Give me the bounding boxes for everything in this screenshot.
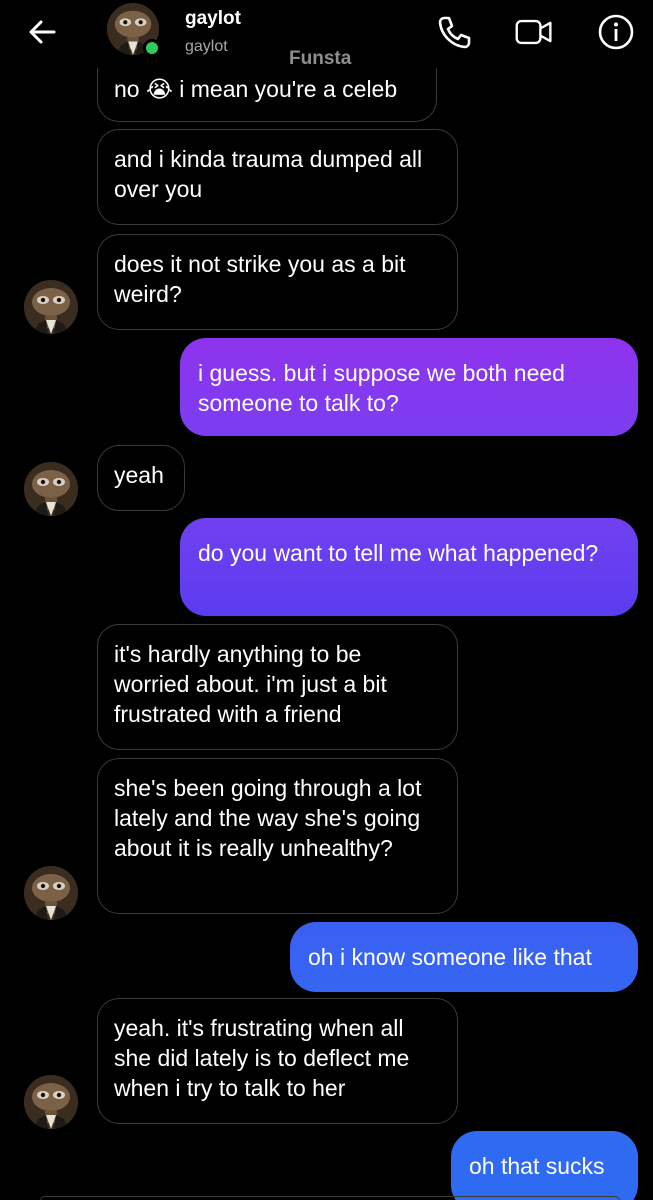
message-incoming[interactable]: it's hardly anything to be worried about… (97, 624, 458, 750)
message-text: oh that sucks (469, 1153, 605, 1179)
message-text: yeah (114, 462, 164, 488)
online-status-dot (143, 39, 161, 57)
message-incoming[interactable]: and i kinda trauma dumped all over you (97, 129, 458, 225)
info-icon[interactable] (596, 12, 636, 52)
message-text: oh i know someone like that (308, 944, 592, 970)
contact-avatar[interactable] (24, 462, 78, 516)
message-outgoing[interactable]: oh i know someone like that (290, 922, 638, 992)
message-text: do you want to tell me what happened? (198, 540, 599, 566)
message-text: does it not strike you as a bit weird? (114, 251, 406, 307)
phone-icon[interactable] (434, 12, 474, 52)
watermark-label: Funsta (289, 48, 352, 69)
message-input-bar[interactable] (40, 1196, 620, 1200)
message-outgoing[interactable]: oh that sucks (451, 1131, 638, 1200)
message-text: she's been going through a lot lately an… (114, 775, 422, 861)
message-incoming[interactable]: she's been going through a lot lately an… (97, 758, 458, 914)
contact-avatar[interactable] (24, 866, 78, 920)
message-text: and i kinda trauma dumped all over you (114, 146, 423, 202)
back-arrow-icon[interactable] (24, 14, 60, 50)
video-camera-icon[interactable] (514, 12, 554, 52)
message-text: i guess. but i suppose we both need some… (198, 360, 565, 416)
message-incoming[interactable]: does it not strike you as a bit weird? (97, 234, 458, 330)
message-text: it's hardly anything to be worried about… (114, 641, 387, 727)
message-outgoing[interactable]: i guess. but i suppose we both need some… (180, 338, 638, 436)
message-incoming[interactable]: yeah. it's frustrating when all she did … (97, 998, 458, 1124)
contact-avatar[interactable] (24, 280, 78, 334)
contact-name[interactable]: gaylot (185, 8, 241, 30)
header-avatar[interactable] (107, 3, 161, 57)
message-incoming[interactable]: yeah (97, 445, 185, 511)
contact-username[interactable]: gaylot (185, 38, 228, 56)
contact-avatar[interactable] (24, 1075, 78, 1129)
message-outgoing[interactable]: do you want to tell me what happened? (180, 518, 638, 616)
message-text: yeah. it's frustrating when all she did … (114, 1015, 410, 1101)
message-text: no 😭 i mean you're a celeb (114, 76, 398, 102)
